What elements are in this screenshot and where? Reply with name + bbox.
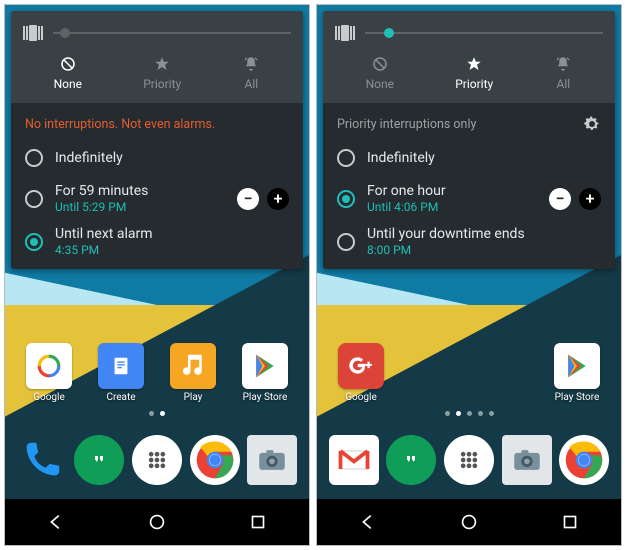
- home-button[interactable]: [146, 511, 168, 533]
- status-text: No interruptions. Not even alarms.: [25, 117, 215, 132]
- app-label: Play Store: [555, 392, 600, 403]
- back-button[interactable]: [45, 511, 67, 533]
- home-button[interactable]: [458, 511, 480, 533]
- dock-apps[interactable]: [132, 435, 182, 485]
- decrease-button[interactable]: −: [237, 188, 259, 210]
- volume-slider[interactable]: [365, 32, 603, 34]
- radio-button[interactable]: [25, 149, 43, 167]
- duration-option[interactable]: Until your downtime ends8:00 PM: [337, 226, 601, 257]
- interruptions-panel: None Priority All Priority interruptions…: [323, 11, 615, 269]
- vibrate-icon: [23, 25, 43, 41]
- screenshot-right: None Priority All Priority interruptions…: [316, 4, 622, 546]
- duration-option[interactable]: Indefinitely: [25, 145, 289, 171]
- option-title: For one hour: [367, 183, 446, 199]
- decrease-button[interactable]: −: [549, 188, 571, 210]
- app-icon-playmusic[interactable]: Play: [163, 343, 223, 403]
- page-indicator[interactable]: [5, 411, 309, 416]
- navigation-bar: [5, 499, 309, 545]
- radio-button[interactable]: [337, 190, 355, 208]
- duration-option[interactable]: For 59 minutesUntil 5:29 PM −+: [25, 183, 289, 214]
- dock-hangouts[interactable]: [74, 435, 124, 485]
- navigation-bar: [317, 499, 621, 545]
- volume-slider[interactable]: [53, 32, 291, 34]
- app-icon-empty: [403, 343, 463, 403]
- vibrate-icon: [335, 25, 355, 41]
- mode-none[interactable]: None: [354, 51, 406, 95]
- dock-chrome[interactable]: [559, 435, 609, 485]
- duration-option[interactable]: Indefinitely: [337, 145, 601, 171]
- app-icon-docs[interactable]: Create: [91, 343, 151, 403]
- app-icon-playstore[interactable]: Play Store: [235, 343, 295, 403]
- app-icon-google[interactable]: Google: [19, 343, 79, 403]
- dock-phone[interactable]: [17, 435, 67, 485]
- dock-camera[interactable]: [247, 435, 297, 485]
- app-label: Create: [106, 392, 135, 403]
- option-title: Until your downtime ends: [367, 226, 525, 242]
- recents-button[interactable]: [247, 511, 269, 533]
- option-subtitle: 4:35 PM: [55, 243, 152, 257]
- recents-button[interactable]: [559, 511, 581, 533]
- radio-button[interactable]: [25, 190, 43, 208]
- option-subtitle: Until 4:06 PM: [367, 200, 446, 214]
- interruptions-panel: None Priority All No interruptions. Not …: [11, 11, 303, 269]
- mode-all[interactable]: All: [542, 51, 584, 95]
- back-button[interactable]: [357, 511, 379, 533]
- interruption-modes: None Priority All: [23, 47, 291, 103]
- radio-button[interactable]: [337, 149, 355, 167]
- gear-icon[interactable]: [583, 115, 601, 133]
- screenshot-left: None Priority All No interruptions. Not …: [4, 4, 310, 546]
- dock: [317, 421, 621, 499]
- mode-priority[interactable]: Priority: [131, 51, 193, 95]
- app-label: Play Store: [243, 392, 288, 403]
- status-text: Priority interruptions only: [337, 117, 476, 132]
- mode-none[interactable]: None: [42, 51, 94, 95]
- increase-button[interactable]: +: [579, 188, 601, 210]
- option-title: Indefinitely: [55, 150, 123, 166]
- duration-option[interactable]: For one hourUntil 4:06 PM −+: [337, 183, 601, 214]
- app-label: Google: [345, 392, 377, 403]
- increase-button[interactable]: +: [267, 188, 289, 210]
- dock-hangouts[interactable]: [386, 435, 436, 485]
- dock-apps[interactable]: [444, 435, 494, 485]
- option-title: For 59 minutes: [55, 183, 148, 199]
- page-indicator[interactable]: [317, 411, 621, 416]
- option-subtitle: Until 5:29 PM: [55, 200, 148, 214]
- app-icon-empty: [475, 343, 535, 403]
- app-icon-playstore[interactable]: Play Store: [547, 343, 607, 403]
- dock-gmail[interactable]: [329, 435, 379, 485]
- dock-camera[interactable]: [502, 435, 552, 485]
- interruption-modes: None Priority All: [335, 47, 603, 103]
- app-label: Google: [33, 392, 65, 403]
- duration-option[interactable]: Until next alarm4:35 PM: [25, 226, 289, 257]
- option-subtitle: 8:00 PM: [367, 243, 525, 257]
- dock-chrome[interactable]: [190, 435, 240, 485]
- app-label: Play: [184, 392, 203, 403]
- radio-button[interactable]: [337, 233, 355, 251]
- app-icon-gplus[interactable]: Google: [331, 343, 391, 403]
- option-title: Indefinitely: [367, 150, 435, 166]
- mode-all[interactable]: All: [230, 51, 272, 95]
- dock: [5, 421, 309, 499]
- mode-priority[interactable]: Priority: [443, 51, 505, 95]
- option-title: Until next alarm: [55, 226, 152, 242]
- radio-button[interactable]: [25, 233, 43, 251]
